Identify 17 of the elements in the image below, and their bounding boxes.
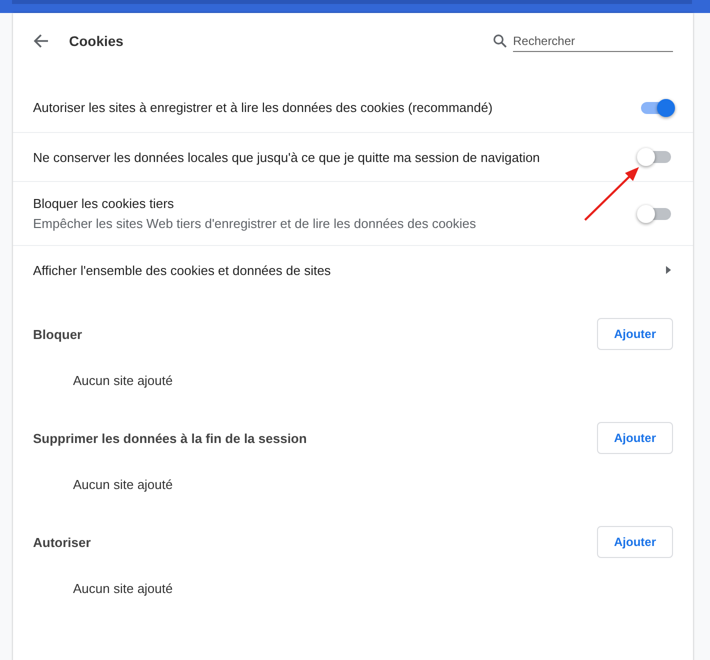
add-button[interactable]: Ajouter: [597, 318, 673, 350]
section-title: Bloquer: [33, 326, 82, 342]
caret-icon: [666, 266, 671, 274]
empty-list-message: Aucun site ajouté: [73, 580, 173, 596]
setting-label: Autoriser les sites à enregistrer et à lire les données des cookies (recommandé): [33, 100, 494, 115]
section-title: Supprimer les données à la fin de la session: [33, 430, 307, 446]
empty-list-message: Aucun site ajouté: [73, 476, 173, 492]
setting-label: Ne conserver les données locales que jusqu'à ce que je quitte ma session de navigation: [33, 150, 541, 164]
search-icon: [493, 34, 507, 48]
add-button[interactable]: Ajouter: [597, 422, 673, 454]
setting-description: Empêcher les sites Web tiers d'enregistrer et de lire les données des cookies: [33, 216, 478, 231]
setting-label: Bloquer les cookies tiers: [33, 196, 175, 211]
setting-link[interactable]: Afficher l'ensemble des cookies et données de sites: [33, 262, 666, 278]
empty-list-message: Aucun site ajouté: [73, 372, 173, 388]
page-title: Cookies: [69, 33, 124, 49]
add-button[interactable]: Ajouter: [597, 526, 673, 558]
section-title: Autoriser: [33, 534, 91, 550]
